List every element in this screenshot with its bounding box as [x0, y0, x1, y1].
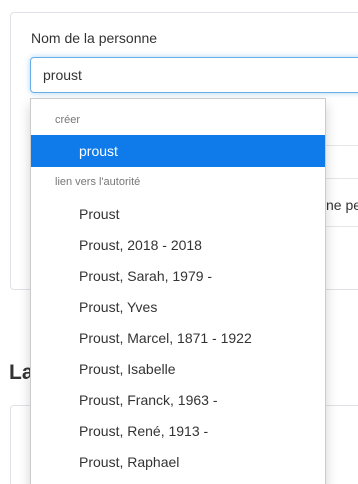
- create-group-header: créer: [55, 114, 81, 126]
- authority-option[interactable]: Proust, Raphael: [31, 447, 325, 478]
- person-name-input[interactable]: [30, 57, 358, 93]
- background-partial-text: ne pe: [326, 197, 358, 213]
- authority-option[interactable]: Proust, 2018 - 2018: [31, 230, 325, 261]
- background-divider: [325, 145, 358, 146]
- background-divider: [325, 226, 358, 227]
- create-option[interactable]: proust: [31, 135, 325, 167]
- authority-option[interactable]: Proust, Franck, 1963 -: [31, 385, 325, 416]
- authority-option[interactable]: Proust: [31, 199, 325, 230]
- authority-option[interactable]: Proust, Yves: [31, 292, 325, 323]
- authority-option[interactable]: Proust, Sarah, 1979 -: [31, 261, 325, 292]
- authority-group-header: lien vers l'autorité: [55, 176, 141, 188]
- person-name-label: Nom de la personne: [31, 30, 158, 46]
- authority-option[interactable]: Proust, René, 1913 -: [31, 416, 325, 447]
- authority-option[interactable]: Proust, Isabelle: [31, 354, 325, 385]
- background-divider: [325, 178, 358, 179]
- authority-option[interactable]: Proust, Marcel, 1871 - 1922: [31, 323, 325, 354]
- autocomplete-dropdown: créer proust lien vers l'autorité Proust…: [30, 98, 326, 484]
